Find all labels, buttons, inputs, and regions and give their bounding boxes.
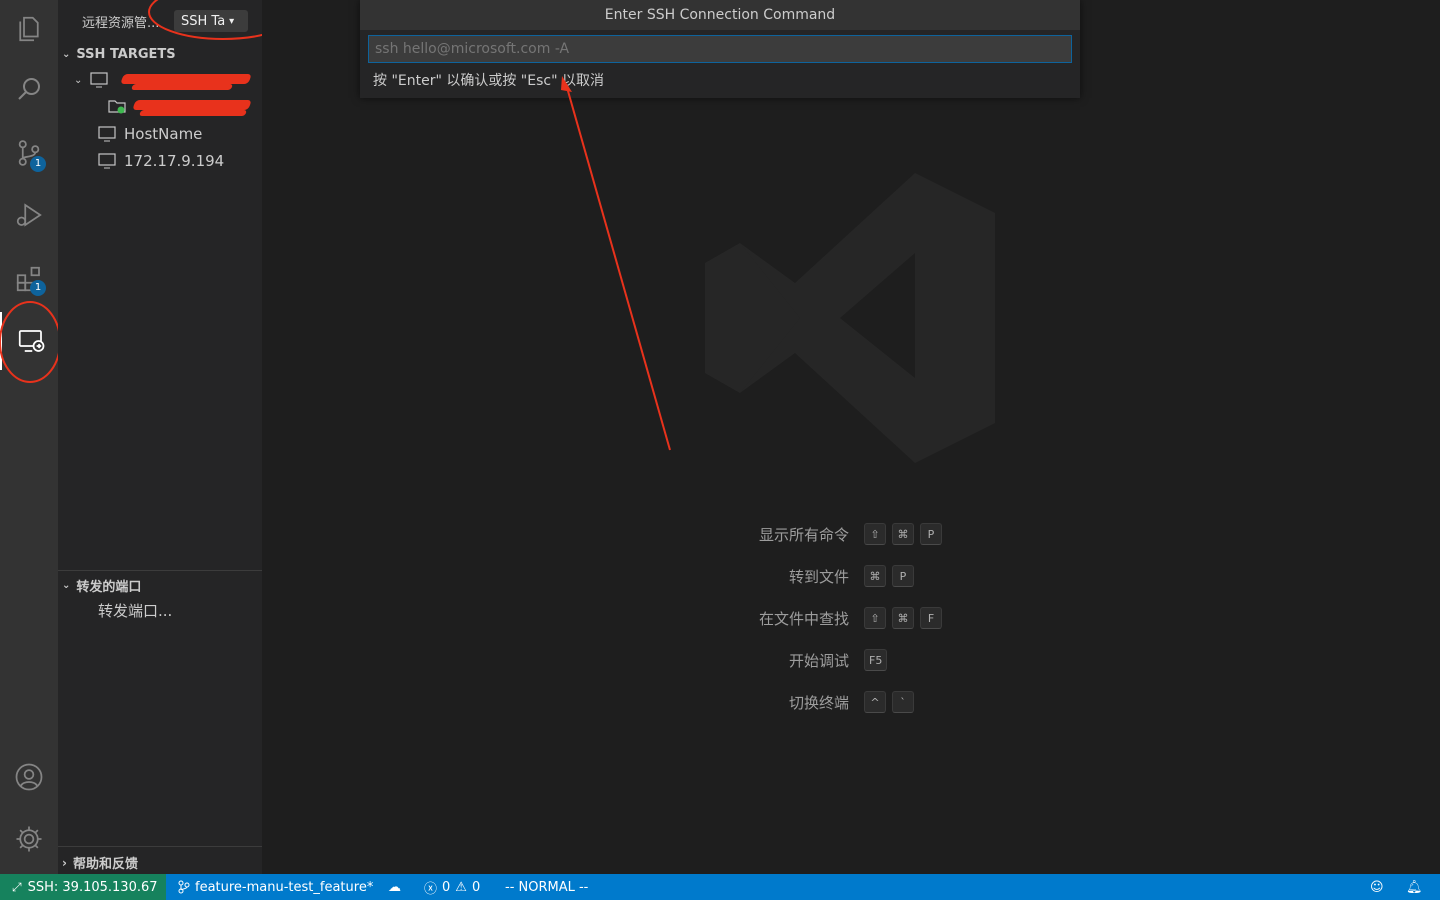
tree-row-folder-redacted[interactable]	[108, 98, 126, 114]
tree-row-host-redacted[interactable]: ⌄	[74, 72, 108, 88]
key-cap: P	[920, 523, 942, 545]
remote-explorer-sidebar: 远程资源管... SSH Ta ▾ ⌄ SSH TARGETS ⌄ HostNa…	[58, 0, 298, 874]
warning-count: 0	[471, 879, 481, 895]
key-cap: P	[892, 565, 914, 587]
chevron-down-icon: ⌄	[74, 74, 83, 86]
help-feedback-title: 帮助和反馈	[72, 857, 138, 872]
vim-mode-label: -- NORMAL --	[505, 879, 589, 895]
status-bar: ⤢ SSH: 39.105.130.67 feature-manu-test_f…	[0, 874, 1440, 900]
key-cap: ⌘	[892, 607, 914, 629]
ssh-targets-title: SSH TARGETS	[76, 47, 176, 62]
settings-gear-icon[interactable]	[0, 810, 58, 868]
key-cap: `	[892, 691, 914, 713]
section-divider	[58, 846, 262, 847]
shortcut-label: 在文件中查找	[758, 610, 849, 628]
warning-icon: ⚠	[455, 879, 467, 895]
ssh-command-input[interactable]	[368, 35, 1072, 63]
ssh-targets-section[interactable]: ⌄ SSH TARGETS	[62, 47, 176, 62]
section-divider	[58, 570, 262, 571]
quick-input-title: Enter SSH Connection Command	[360, 0, 1080, 30]
activity-bar: 1 1	[0, 0, 61, 874]
ssh-command-quick-input: Enter SSH Connection Command 按 "Enter" 以…	[360, 0, 1080, 98]
source-control-badge: 1	[30, 156, 46, 172]
vscode-watermark-logo	[705, 173, 995, 463]
remote-icon: ⤢	[12, 879, 22, 894]
redaction-mark	[120, 74, 252, 84]
monitor-icon	[90, 72, 108, 88]
tree-row-hostname[interactable]: HostName	[98, 125, 202, 143]
explorer-icon[interactable]	[0, 0, 58, 58]
tree-row-ip-host[interactable]: 172.17.9.194	[98, 152, 224, 170]
chevron-right-icon: ›	[62, 855, 67, 870]
branch-label: feature-manu-test_feature*	[195, 879, 374, 895]
key-cap: ⇧	[864, 607, 886, 629]
shortcut-label: 转到文件	[788, 568, 849, 586]
account-icon[interactable]	[0, 748, 58, 806]
shortcut-row: 切换终端 ^ `	[640, 688, 1000, 718]
remote-host-label: SSH: 39.105.130.67	[27, 879, 158, 895]
error-count: 0	[442, 879, 451, 895]
key-cap: ^	[864, 691, 886, 713]
help-feedback-section[interactable]: › 帮助和反馈	[62, 853, 138, 873]
forward-port-action[interactable]: 转发端口...	[98, 600, 172, 621]
problems-indicator[interactable]: ⓧ 0 ⚠ 0	[424, 874, 480, 900]
remote-folder-icon	[108, 100, 126, 114]
feedback-indicator[interactable]: ☺	[1370, 874, 1384, 900]
redaction-mark	[132, 100, 252, 110]
shortcut-label: 切换终端	[788, 694, 849, 712]
shortcut-label: 显示所有命令	[758, 526, 849, 544]
error-icon: ⓧ	[424, 881, 438, 897]
monitor-icon	[98, 153, 116, 169]
search-icon[interactable]	[0, 60, 58, 118]
chevron-down-icon: ⌄	[62, 580, 71, 591]
feedback-icon: ☺	[1370, 879, 1384, 895]
key-cap: ⇧	[864, 523, 886, 545]
monitor-icon	[98, 126, 116, 142]
target-label: 172.17.9.194	[124, 152, 225, 170]
annotation-circle	[0, 301, 61, 383]
shortcut-row: 转到文件 ⌘ P	[640, 562, 1000, 592]
forwarded-ports-section[interactable]: ⌄ 转发的端口	[62, 576, 141, 595]
extensions-badge: 1	[30, 280, 46, 296]
run-debug-icon[interactable]	[0, 186, 58, 244]
branch-indicator[interactable]: feature-manu-test_feature*	[178, 874, 373, 900]
git-branch-icon	[178, 880, 190, 894]
shortcut-row: 开始调试 F5	[640, 646, 1000, 676]
shortcut-label: 开始调试	[788, 652, 849, 670]
remote-indicator[interactable]: ⤢ SSH: 39.105.130.67	[0, 874, 166, 900]
forwarded-ports-title: 转发的端口	[76, 580, 142, 595]
shortcut-row: 显示所有命令 ⇧ ⌘ P	[640, 520, 1000, 550]
vim-mode-indicator: -- NORMAL --	[505, 874, 588, 900]
editor-area: 显示所有命令 ⇧ ⌘ P 转到文件 ⌘ P 在文件中查找 ⇧ ⌘ F 开始调试	[262, 0, 1440, 874]
key-cap: F	[920, 607, 942, 629]
target-label: HostName	[124, 125, 203, 143]
key-cap: ⌘	[864, 565, 886, 587]
notifications-indicator[interactable]: 🔔︎	[1406, 874, 1423, 900]
annotation-arrow	[561, 76, 671, 451]
redaction-mark	[130, 84, 234, 90]
bell-icon: 🔔︎	[1406, 879, 1423, 895]
key-cap: F5	[864, 649, 888, 671]
cloud-sync-icon: ☁	[388, 879, 401, 895]
chevron-down-icon: ⌄	[62, 49, 71, 60]
sync-indicator[interactable]: ☁	[388, 874, 401, 900]
redaction-mark	[138, 110, 248, 116]
forward-port-label: 转发端口...	[98, 602, 173, 620]
shortcut-row: 在文件中查找 ⇧ ⌘ F	[640, 604, 1000, 634]
key-cap: ⌘	[892, 523, 914, 545]
source-control-icon[interactable]: 1	[0, 124, 58, 182]
